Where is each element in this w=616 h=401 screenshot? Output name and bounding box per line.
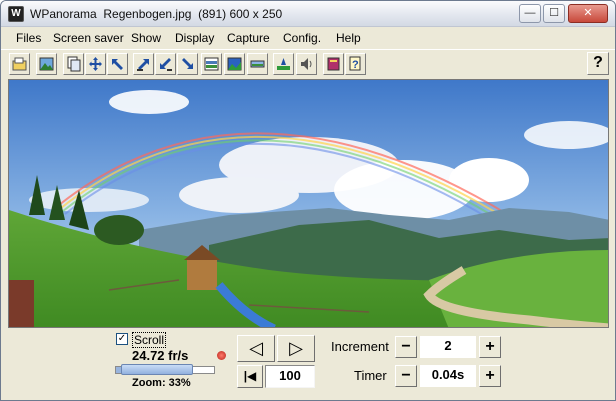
book-icon [327,57,340,71]
title-bar[interactable]: W WPanorama Regenbogen.jpg (891) 600 x 2… [1,1,615,27]
copy-button[interactable] [63,53,84,75]
move-icon [89,57,102,71]
timer-label: Timer [354,368,387,383]
open-button[interactable] [9,53,30,75]
frame-rate-readout: 24.72 fr/s [132,348,189,363]
position-field[interactable]: 100 [265,365,315,388]
arrow-down-right-button[interactable] [177,53,198,75]
band-button[interactable] [201,53,222,75]
speaker-button[interactable] [296,53,317,75]
speaker-icon [301,58,312,70]
menu-files[interactable]: Files [16,31,41,45]
scroll-label[interactable]: Scroll [132,332,167,348]
help-page-icon: ? [349,56,361,71]
rainbow-landscape-image [9,80,608,327]
panorama-viewport[interactable] [8,79,609,328]
strip-icon [250,60,265,68]
image-button[interactable] [36,53,57,75]
increment-label: Increment [331,339,389,354]
menu-help[interactable]: Help [336,31,361,45]
menu-capture[interactable]: Capture [227,31,270,45]
menu-screen-saver[interactable]: Screen saver [53,31,124,45]
arrow-down-left-icon [160,58,172,71]
image-icon [39,57,54,71]
arrow-down-left-button[interactable] [155,53,176,75]
previous-button[interactable]: ◁ [237,335,275,362]
minimize-button[interactable]: — [519,4,541,23]
scroll-checkbox[interactable]: ✓ [116,333,128,345]
menu-config[interactable]: Config. [283,31,321,45]
zoom-label: Zoom: 33% [132,377,191,389]
panorama-icon [227,57,242,71]
arrow-up-left-button[interactable] [107,53,128,75]
record-icon[interactable] [217,351,226,360]
arrow-up-left-icon [112,59,123,70]
svg-text:?: ? [352,59,359,71]
timer-field[interactable]: 0.04s [420,365,476,387]
menu-bar: Files Screen saver Show Display Capture … [1,28,615,49]
increment-minus-button[interactable]: − [395,336,417,358]
arrow-down-right-icon [182,58,193,69]
move-button[interactable] [85,53,106,75]
close-button[interactable]: ✕ [568,4,608,23]
timer-plus-button[interactable]: + [479,365,501,387]
toolbar: ? [1,49,615,78]
menu-display[interactable]: Display [175,31,214,45]
zoom-slider-thumb[interactable] [121,364,193,375]
panorama-button[interactable] [224,53,245,75]
arrow-up-right-icon [137,59,149,71]
horizon-button[interactable] [273,53,294,75]
horizon-icon [277,58,290,70]
strip-button[interactable] [247,53,268,75]
band-icon [204,57,219,71]
copy-icon [67,56,81,72]
timer-minus-button[interactable]: − [395,365,417,387]
maximize-button[interactable]: ☐ [543,4,565,23]
next-button[interactable]: ▷ [277,335,315,362]
window-title: WPanorama Regenbogen.jpg (891) 600 x 250 [30,7,283,21]
open-icon [12,57,27,71]
arrow-up-right-button[interactable] [133,53,154,75]
increment-plus-button[interactable]: + [479,336,501,358]
first-button[interactable]: |◀ [237,365,263,388]
menu-show[interactable]: Show [131,31,161,45]
increment-field[interactable]: 2 [420,336,476,358]
help-page-button[interactable]: ? [345,53,366,75]
main-window: W WPanorama Regenbogen.jpg (891) 600 x 2… [0,0,616,401]
book-button[interactable] [323,53,344,75]
help-button[interactable]: ? [587,52,609,75]
panorama-app-icon[interactable]: W [8,6,24,22]
